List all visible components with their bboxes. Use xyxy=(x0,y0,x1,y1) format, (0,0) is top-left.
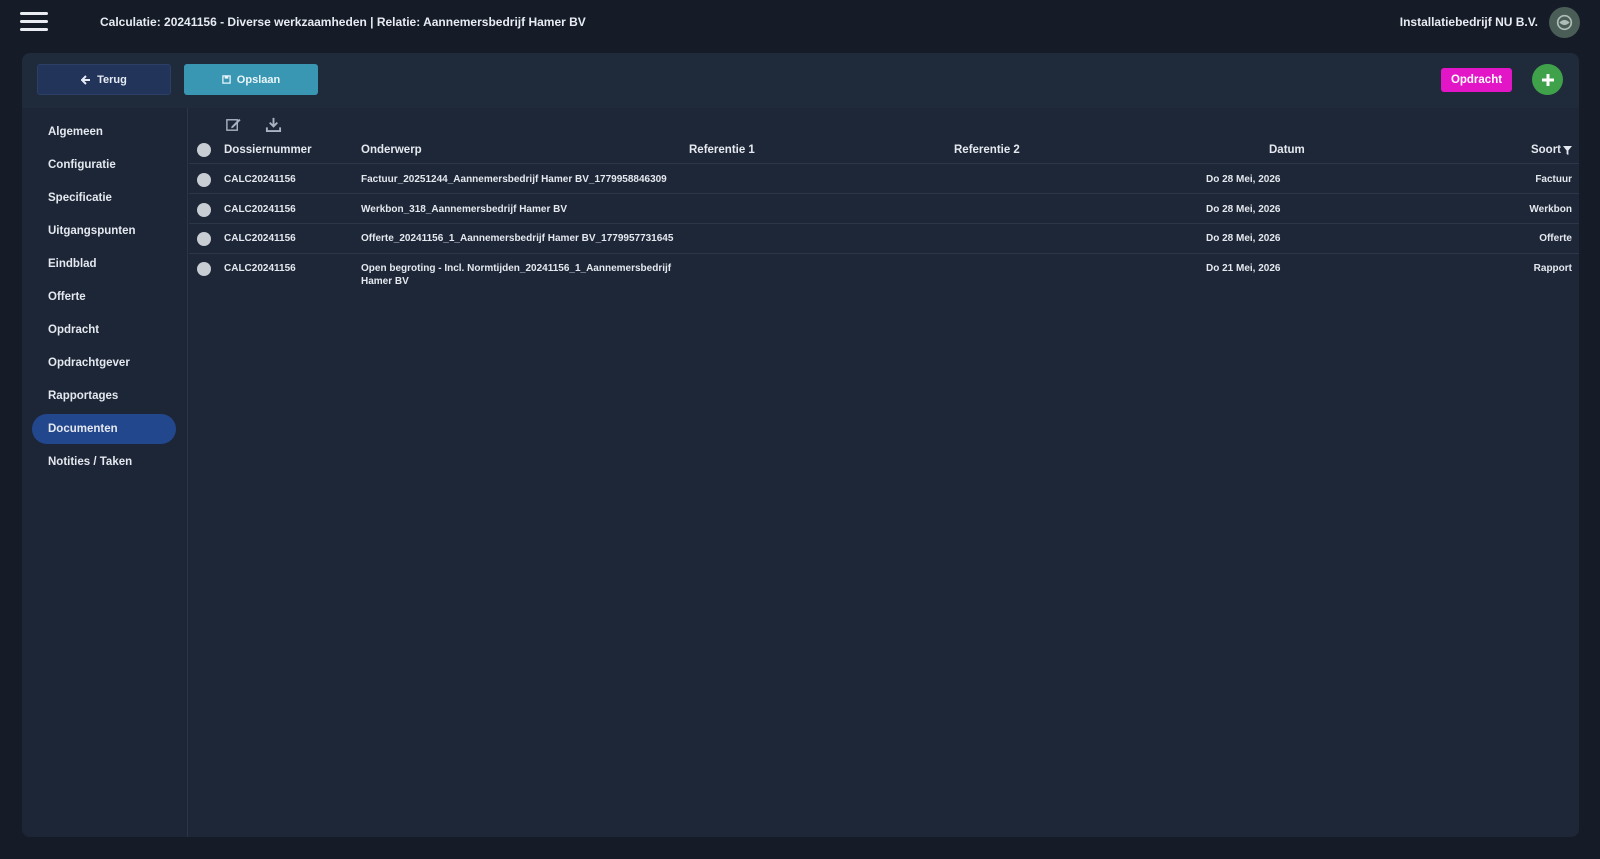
plus-icon xyxy=(1541,73,1554,86)
top-bar: Calculatie: 20241156 - Diverse werkzaamh… xyxy=(0,0,1600,44)
cell-onderwerp: Offerte_20241156_1_Aannemersbedrijf Hame… xyxy=(361,233,674,244)
sidebar-item-specificatie[interactable]: Specificatie xyxy=(32,183,176,213)
save-button[interactable]: Opslaan xyxy=(184,64,318,95)
table-row[interactable]: CALC20241156 Werkbon_318_Aannemersbedrij… xyxy=(189,195,1579,224)
cell-soort: Werkbon xyxy=(1529,204,1572,215)
avatar-icon xyxy=(1556,14,1573,31)
table-row[interactable]: CALC20241156 Offerte_20241156_1_Aannemer… xyxy=(189,224,1579,254)
column-header-onderwerp[interactable]: Onderwerp xyxy=(361,144,422,156)
cell-dossiernummer: CALC20241156 xyxy=(224,233,296,244)
column-header-datum[interactable]: Datum xyxy=(1269,144,1305,156)
cell-datum: Do 21 Mei, 2026 xyxy=(1206,263,1281,274)
cell-datum: Do 28 Mei, 2026 xyxy=(1206,174,1281,185)
row-select-checkbox[interactable] xyxy=(197,232,211,246)
row-select-checkbox[interactable] xyxy=(197,262,211,276)
cell-onderwerp: Werkbon_318_Aannemersbedrijf Hamer BV xyxy=(361,204,568,215)
table-row[interactable]: CALC20241156 Factuur_20251244_Aannemersb… xyxy=(189,165,1579,194)
cell-onderwerp: Open begroting - Incl. Normtijden_202411… xyxy=(361,263,672,287)
table-row[interactable]: CALC20241156 Open begroting - Incl. Norm… xyxy=(189,254,1579,292)
column-header-dossiernummer[interactable]: Dossiernummer xyxy=(224,144,312,156)
sidebar-item-opdracht[interactable]: Opdracht xyxy=(32,315,176,345)
company-name: Installatiebedrijf NU B.V. xyxy=(1399,15,1538,29)
sidebar-item-offerte[interactable]: Offerte xyxy=(32,282,176,312)
back-button[interactable]: Terug xyxy=(37,64,171,95)
documents-table: Dossiernummer Onderwerp Referentie 1 Ref… xyxy=(189,108,1579,837)
avatar[interactable] xyxy=(1549,7,1580,38)
sidebar-item-documenten[interactable]: Documenten xyxy=(32,414,176,444)
sidebar-item-uitgangspunten[interactable]: Uitgangspunten xyxy=(32,216,176,246)
column-header-referentie2[interactable]: Referentie 2 xyxy=(954,144,1020,156)
sidebar-item-notities-taken[interactable]: Notities / Taken xyxy=(32,447,176,477)
cell-onderwerp: Factuur_20251244_Aannemersbedrijf Hamer … xyxy=(361,174,667,185)
download-icon[interactable] xyxy=(265,116,283,134)
main-panel: Terug Opslaan Opdracht Algemeen Configur… xyxy=(22,53,1579,837)
select-all-checkbox[interactable] xyxy=(197,143,211,157)
column-header-soort-label: Soort xyxy=(1530,144,1561,156)
cell-soort: Factuur xyxy=(1535,174,1572,185)
cell-datum: Do 28 Mei, 2026 xyxy=(1206,204,1281,215)
cell-datum: Do 28 Mei, 2026 xyxy=(1206,233,1281,244)
column-header-referentie1[interactable]: Referentie 1 xyxy=(689,144,755,156)
sidebar: Algemeen Configuratie Specificatie Uitga… xyxy=(22,108,188,837)
add-button[interactable] xyxy=(1532,64,1563,95)
toolbar: Terug Opslaan Opdracht xyxy=(22,53,1579,108)
sidebar-item-configuratie[interactable]: Configuratie xyxy=(32,150,176,180)
save-button-label: Opslaan xyxy=(236,73,281,86)
column-header-soort[interactable]: Soort xyxy=(1531,144,1572,156)
opdracht-button[interactable]: Opdracht xyxy=(1441,68,1512,92)
row-select-checkbox[interactable] xyxy=(197,173,211,187)
cell-dossiernummer: CALC20241156 xyxy=(224,204,296,215)
sidebar-item-eindblad[interactable]: Eindblad xyxy=(32,249,176,279)
arrow-left-icon xyxy=(81,74,91,85)
cell-soort: Rapport xyxy=(1533,263,1572,274)
edit-icon[interactable] xyxy=(225,116,243,134)
page-title: Calculatie: 20241156 - Diverse werkzaamh… xyxy=(100,15,586,29)
save-icon xyxy=(222,75,231,84)
back-button-label: Terug xyxy=(97,73,127,86)
hamburger-icon[interactable] xyxy=(20,12,48,32)
sidebar-item-rapportages[interactable]: Rapportages xyxy=(32,381,176,411)
table-header: Dossiernummer Onderwerp Referentie 1 Ref… xyxy=(189,136,1579,164)
row-select-checkbox[interactable] xyxy=(197,203,211,217)
cell-soort: Offerte xyxy=(1539,233,1572,244)
sidebar-item-algemeen[interactable]: Algemeen xyxy=(32,117,176,147)
cell-dossiernummer: CALC20241156 xyxy=(224,174,296,185)
cell-dossiernummer: CALC20241156 xyxy=(224,263,296,274)
filter-icon[interactable] xyxy=(1563,145,1572,155)
sidebar-item-opdrachtgever[interactable]: Opdrachtgever xyxy=(32,348,176,378)
